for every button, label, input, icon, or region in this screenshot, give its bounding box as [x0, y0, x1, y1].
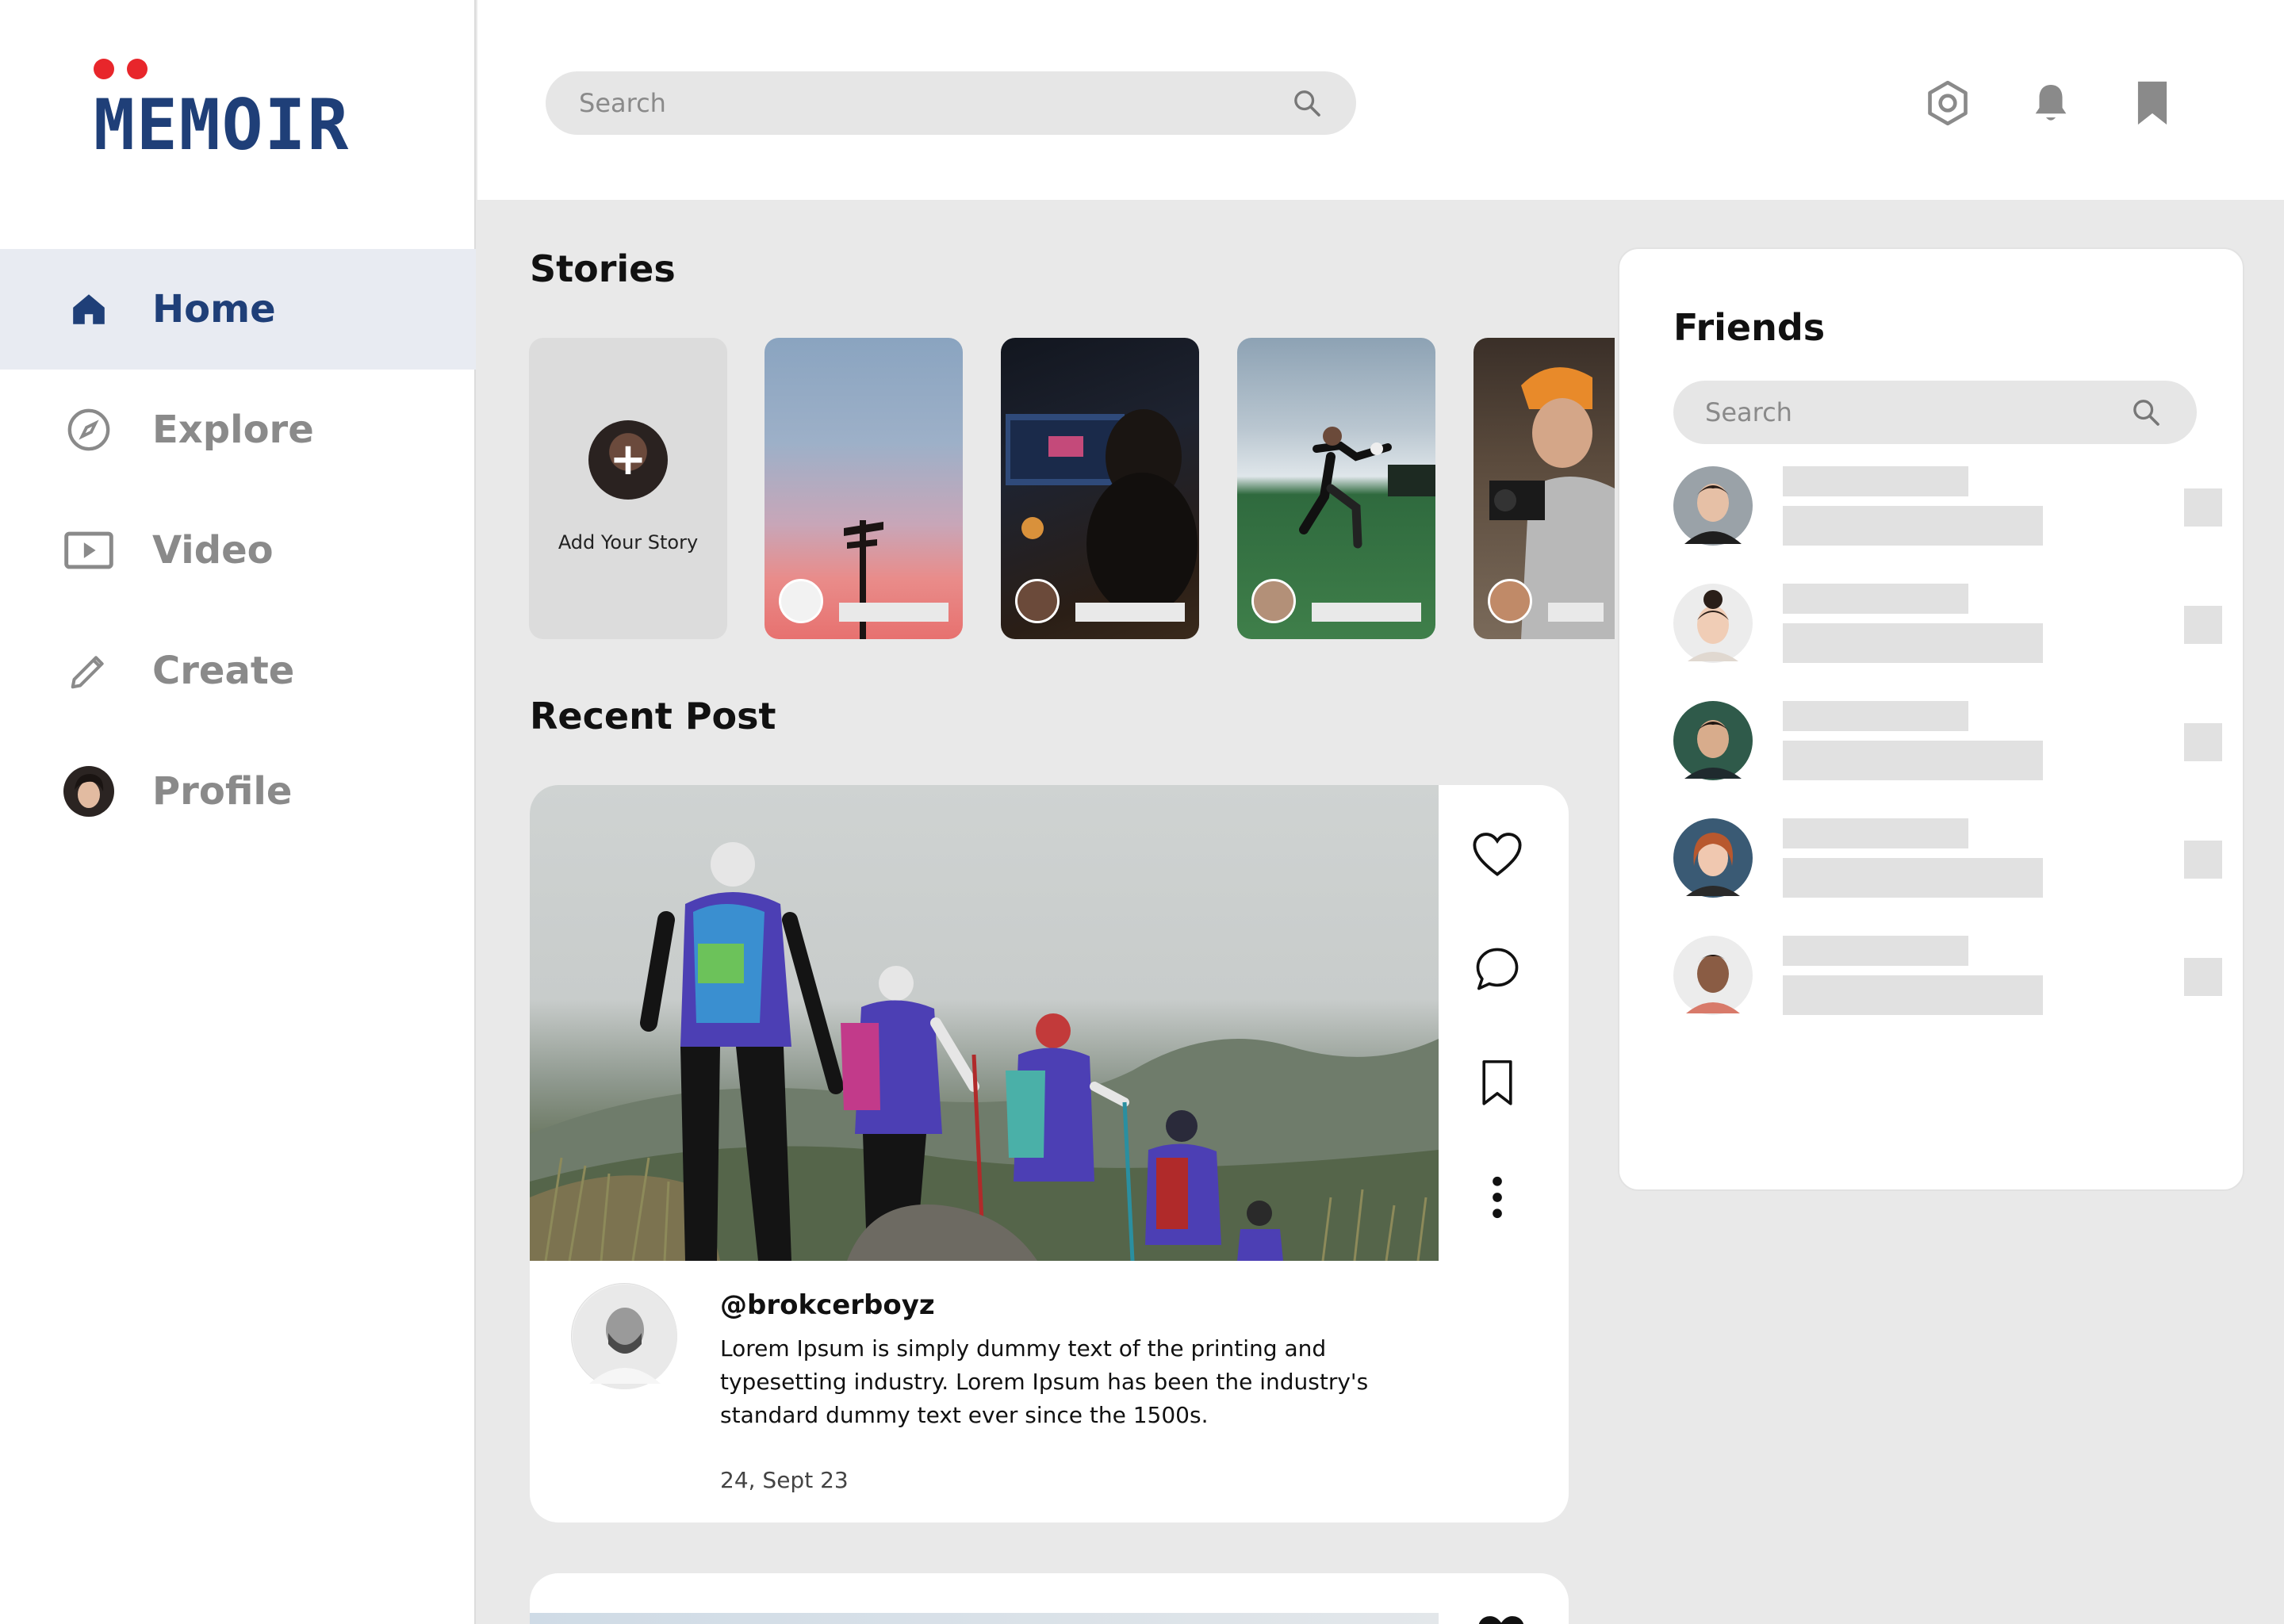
friend-row[interactable]	[1673, 818, 2222, 899]
sidebar: MEMOIR Home Explore Video Create Profile	[0, 0, 476, 1624]
plus-icon: +	[609, 434, 647, 485]
post-image[interactable]	[530, 785, 1439, 1261]
post-image[interactable]	[530, 1613, 1439, 1624]
sidebar-item-label: Profile	[152, 769, 293, 814]
home-icon	[63, 284, 114, 335]
sidebar-item-explore[interactable]: Explore	[0, 370, 476, 490]
search-icon[interactable]	[2130, 396, 2162, 431]
compass-icon	[63, 404, 114, 455]
friend-action-placeholder[interactable]	[2184, 958, 2222, 996]
post-card-next	[530, 1573, 1569, 1624]
search-icon[interactable]	[1291, 87, 1323, 122]
post-username[interactable]: @brokcerboyz	[720, 1289, 935, 1321]
search-input[interactable]: Search	[546, 71, 1356, 135]
logo-dot	[127, 59, 148, 79]
friend-detail-placeholder	[1783, 506, 2043, 546]
post-author-avatar[interactable]	[571, 1283, 677, 1389]
friends-title: Friends	[1673, 306, 1826, 349]
story-card[interactable]	[1237, 338, 1435, 639]
story-card[interactable]	[765, 338, 963, 639]
pencil-icon	[63, 645, 114, 696]
friend-detail-placeholder	[1783, 975, 2043, 1015]
friend-detail-placeholder	[1783, 858, 2043, 898]
recent-post-title: Recent Post	[530, 695, 776, 737]
logo-wordmark: MEMOIR	[94, 84, 351, 166]
friend-action-placeholder[interactable]	[2184, 488, 2222, 527]
friend-detail-placeholder	[1783, 741, 2043, 780]
friend-action-placeholder[interactable]	[2184, 723, 2222, 761]
sidebar-item-video[interactable]: Video	[0, 490, 476, 611]
story-author-avatar	[779, 579, 823, 623]
story-name-placeholder	[839, 603, 948, 622]
stories-title: Stories	[530, 247, 676, 290]
add-story-avatar[interactable]: +	[588, 420, 668, 500]
bookmark-icon[interactable]	[2124, 75, 2181, 132]
friend-row[interactable]	[1673, 584, 2222, 665]
friends-search-input[interactable]: Search	[1673, 381, 2197, 444]
story-card[interactable]	[1473, 338, 1615, 639]
story-author-avatar	[1251, 579, 1296, 623]
sidebar-item-create[interactable]: Create	[0, 611, 476, 731]
heart-icon[interactable]	[1475, 1613, 1527, 1624]
bell-icon[interactable]	[2022, 75, 2079, 132]
video-icon	[63, 525, 114, 576]
story-name-placeholder	[1075, 603, 1185, 622]
friend-avatar	[1673, 818, 1753, 898]
settings-hexagon-icon[interactable]	[1919, 75, 1976, 132]
friend-name-placeholder	[1783, 818, 1968, 848]
add-story-label: Add Your Story	[558, 531, 699, 553]
friend-detail-placeholder	[1783, 623, 2043, 663]
post-card: @brokcerboyz Lorem Ipsum is simply dummy…	[530, 785, 1569, 1522]
friend-action-placeholder[interactable]	[2184, 606, 2222, 644]
friend-avatar	[1673, 466, 1753, 546]
friend-avatar	[1673, 584, 1753, 663]
friend-avatar	[1673, 936, 1753, 1015]
friends-panel: Friends Search	[1618, 247, 2244, 1191]
friend-name-placeholder	[1783, 701, 1968, 731]
story-author-avatar	[1488, 579, 1532, 623]
heart-icon[interactable]	[1466, 823, 1529, 887]
friend-name-placeholder	[1783, 584, 1968, 614]
comment-icon[interactable]	[1466, 937, 1529, 1001]
sidebar-item-home[interactable]: Home	[0, 249, 476, 370]
search-placeholder: Search	[1705, 397, 1792, 427]
bookmark-icon[interactable]	[1466, 1051, 1529, 1115]
logo-dot	[94, 59, 114, 79]
story-name-placeholder	[1548, 603, 1604, 622]
friend-row[interactable]	[1673, 936, 2222, 1017]
memoir-logo[interactable]: MEMOIR	[94, 56, 355, 166]
sidebar-item-label: Home	[152, 287, 276, 331]
sidebar-item-profile[interactable]: Profile	[0, 731, 476, 852]
post-text: Lorem Ipsum is simply dummy text of the …	[720, 1335, 1369, 1428]
avatar	[63, 766, 114, 817]
more-vertical-icon[interactable]	[1466, 1166, 1529, 1229]
friend-action-placeholder[interactable]	[2184, 841, 2222, 879]
story-author-avatar	[1015, 579, 1060, 623]
search-placeholder: Search	[579, 88, 666, 118]
sidebar-item-label: Video	[152, 528, 274, 573]
friend-name-placeholder	[1783, 466, 1968, 496]
add-story-card[interactable]: + Add Your Story	[529, 338, 727, 639]
friend-row[interactable]	[1673, 701, 2222, 782]
friend-row[interactable]	[1673, 466, 2222, 547]
post-date: 24, Sept 23	[720, 1467, 849, 1493]
sidebar-item-label: Create	[152, 649, 295, 693]
sidebar-item-label: Explore	[152, 408, 314, 452]
friend-avatar	[1673, 701, 1753, 780]
story-card[interactable]	[1001, 338, 1199, 639]
friend-name-placeholder	[1783, 936, 1968, 966]
story-name-placeholder	[1312, 603, 1421, 622]
